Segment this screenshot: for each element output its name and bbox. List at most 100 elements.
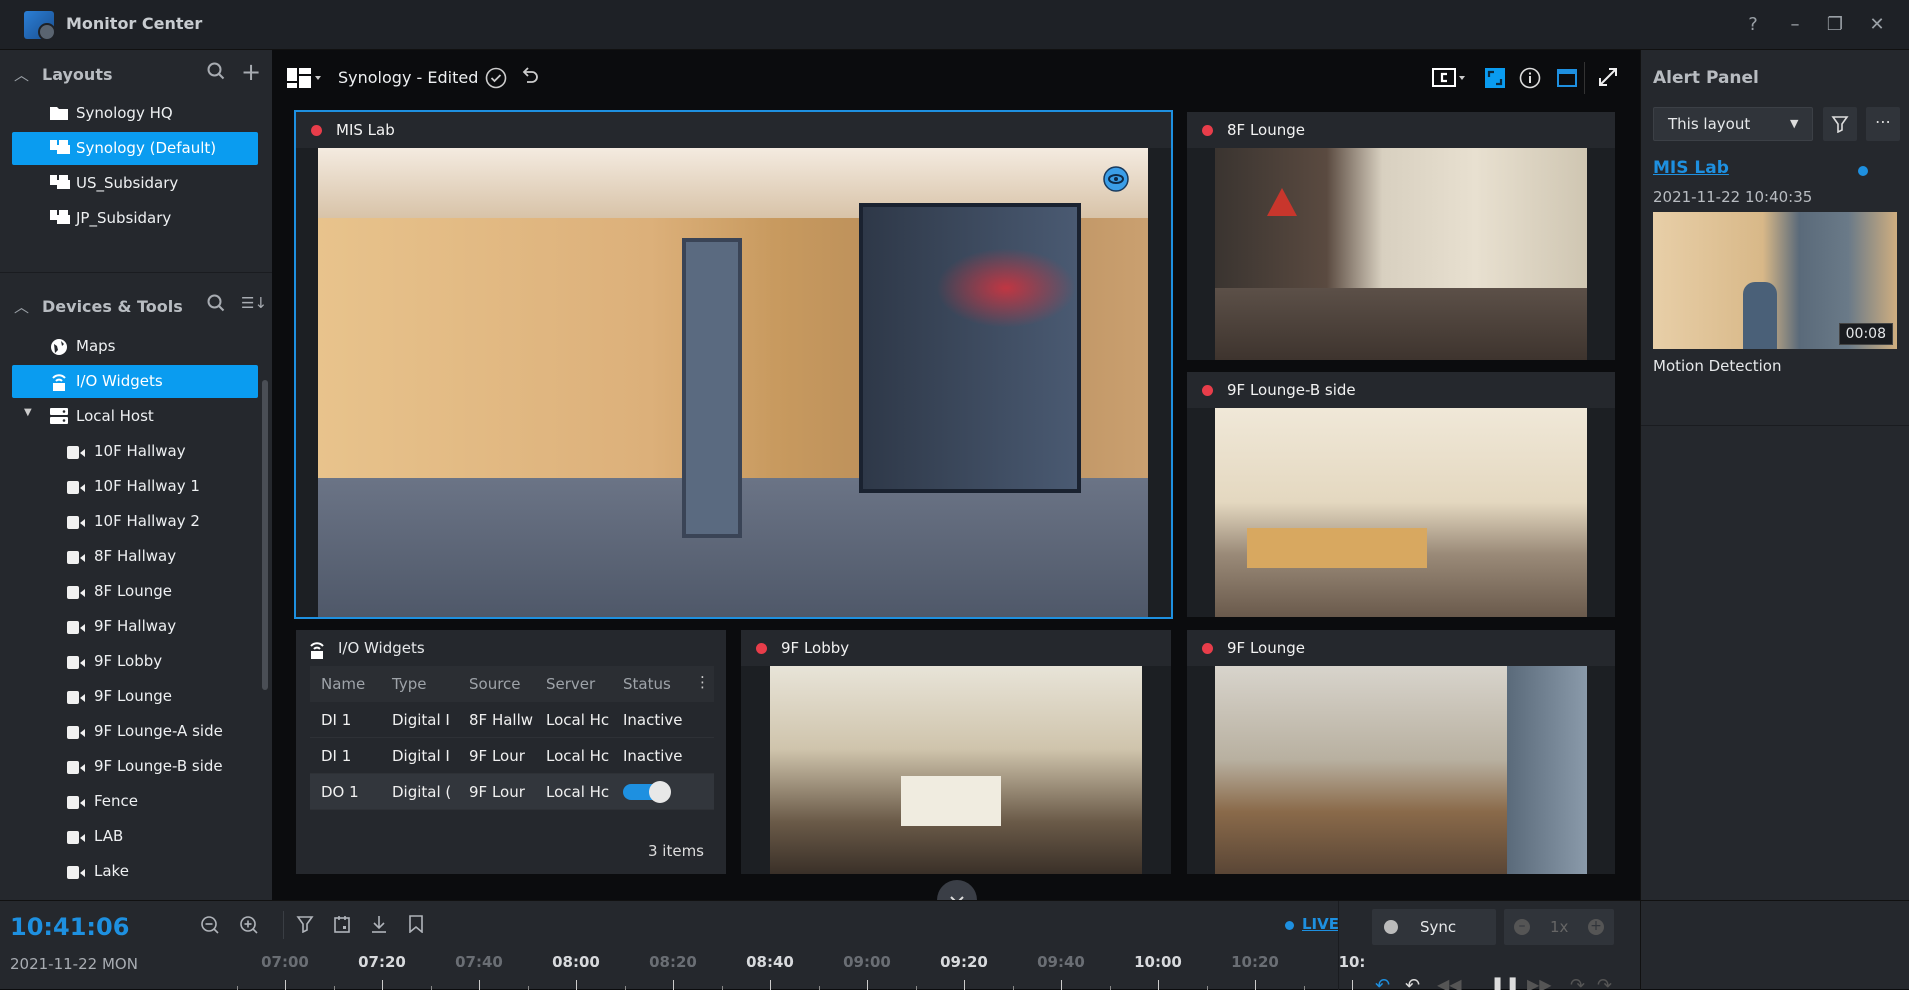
camera-item[interactable]: Lake [12, 855, 258, 888]
tile-header: 9F Lounge-B side [1187, 372, 1615, 408]
camera-item[interactable]: 9F Lounge [12, 680, 258, 713]
timeline-ruler[interactable]: 07:00 07:20 07:40 08:00 08:20 08:40 09:00 09:20… [236, 941, 1365, 990]
sync-button[interactable]: Sync [1372, 909, 1496, 945]
app-logo-icon [24, 11, 56, 41]
camera-item[interactable]: 8F Lounge [12, 575, 258, 608]
layout-item-synology-hq[interactable]: Synology HQ [12, 97, 258, 130]
camera-tile-9f-lobby[interactable]: 9F Lobby [741, 630, 1171, 874]
camera-item[interactable]: 9F Lounge-B side [12, 750, 258, 783]
camera-video-feed[interactable] [1187, 408, 1615, 617]
fisheye-icon[interactable] [1103, 166, 1129, 196]
camera-video-feed[interactable] [296, 148, 1171, 617]
camera-video-feed[interactable] [741, 666, 1171, 874]
skip-forward-icon[interactable]: ↷ [1597, 975, 1612, 990]
camera-video-feed[interactable] [1187, 148, 1615, 360]
layout-item-synology-default[interactable]: Synology (Default) [12, 132, 258, 165]
column-header-server[interactable]: Server [546, 675, 595, 693]
tick-minor [1206, 986, 1208, 990]
table-row[interactable]: DO 1 Digital (9F Lour Local Hc [310, 774, 714, 810]
speed-decrease-button[interactable]: – [1514, 919, 1530, 935]
table-row[interactable]: DI 1 Digital I 8F Hallw Local Hc Inactive [310, 702, 714, 738]
info-icon[interactable] [1519, 67, 1541, 93]
folder-icon [50, 105, 68, 121]
next-frame-icon[interactable]: ▶▶ [1527, 975, 1552, 990]
bookmark-icon[interactable] [404, 915, 428, 938]
alert-scope-select[interactable]: This layout ▼ [1653, 107, 1813, 141]
add-icon[interactable]: + [241, 58, 261, 86]
rewind-icon[interactable]: ↶ [1375, 975, 1390, 990]
download-icon[interactable] [367, 915, 391, 938]
camera-item[interactable]: 10F Hallway 1 [12, 470, 258, 503]
layout-item-jp-subsidary[interactable]: JP_Subsidary [12, 202, 258, 235]
camera-icon [67, 690, 85, 706]
sort-icon[interactable]: ☰↓ [241, 294, 267, 312]
column-header-source[interactable]: Source [469, 675, 521, 693]
camera-tile-9f-lounge-b-side[interactable]: 9F Lounge-B side [1187, 372, 1615, 617]
column-header-name[interactable]: Name [321, 675, 365, 693]
camera-item[interactable]: 9F Lobby [12, 645, 258, 678]
prev-frame-icon[interactable]: ◀◀ [1437, 975, 1462, 990]
speed-increase-button[interactable]: + [1588, 919, 1604, 935]
calendar-icon[interactable] [330, 915, 354, 938]
tile-camera-name: 9F Lobby [781, 639, 850, 657]
tick-label: 07:20 [358, 953, 406, 971]
layout-item-label: Synology (Default) [76, 139, 217, 157]
output-toggle-switch[interactable] [623, 781, 671, 803]
column-header-type[interactable]: Type [392, 675, 426, 693]
more-options-button[interactable]: ⋯ [1866, 107, 1900, 141]
host-item-local-host[interactable]: ▼ Local Host [12, 400, 258, 433]
chevron-up-icon[interactable]: ︿ [14, 296, 29, 317]
zoom-out-icon[interactable] [198, 915, 222, 940]
close-button[interactable]: ✕ [1864, 12, 1890, 38]
alert-filter-button[interactable] [1823, 107, 1857, 141]
filter-icon[interactable] [293, 915, 317, 938]
column-header-status[interactable]: Status [623, 675, 671, 693]
layout-item-us-subsidary[interactable]: US_Subsidary [12, 167, 258, 200]
minimize-button[interactable]: – [1782, 12, 1808, 38]
camera-icon [67, 480, 85, 496]
chevron-down-icon: ▼ [1790, 117, 1799, 130]
undo-seek-icon[interactable]: ↶ [1405, 975, 1420, 990]
undo-icon[interactable] [520, 67, 540, 91]
zoom-in-icon[interactable] [237, 915, 261, 940]
expand-caret-icon[interactable]: ▼ [24, 407, 32, 418]
tile-camera-name: MIS Lab [336, 121, 395, 139]
fullscreen-icon[interactable] [1598, 67, 1618, 91]
table-row[interactable]: DI 1 Digital I 9F Lour Local Hc Inactive [310, 738, 714, 774]
restore-button[interactable]: ❐ [1822, 12, 1848, 38]
layout-picker-button[interactable] [287, 68, 323, 92]
camera-tile-9f-lounge[interactable]: 9F Lounge [1187, 630, 1615, 874]
camera-item[interactable]: Fence [12, 785, 258, 818]
camera-item[interactable]: 10F Hallway 2 [12, 505, 258, 538]
devices-section-header[interactable]: ︿ Devices & Tools ☰↓ [0, 290, 272, 324]
column-options-icon[interactable]: ⋮ [695, 673, 710, 691]
help-button[interactable]: ? [1740, 12, 1766, 38]
camera-item[interactable]: 9F Hallway [12, 610, 258, 643]
camera-video-feed[interactable] [1187, 666, 1615, 874]
layout-icon [50, 175, 68, 191]
tile-header-toggle-icon[interactable] [1557, 68, 1577, 92]
forward-icon[interactable]: ↷ [1570, 975, 1585, 990]
camera-tile-mis-lab[interactable]: MIS Lab [294, 110, 1173, 619]
tool-item-maps[interactable]: Maps [12, 330, 258, 363]
layouts-section-header[interactable]: ︿ Layouts + [0, 58, 272, 92]
channel-dropdown-icon[interactable] [1432, 68, 1468, 92]
alert-thumbnail[interactable]: 00:08 [1653, 212, 1897, 349]
camera-item[interactable]: LAB [12, 820, 258, 853]
sidebar-scrollbar[interactable] [262, 380, 268, 690]
search-icon[interactable] [207, 62, 225, 85]
alert-camera-link[interactable]: MIS Lab [1653, 158, 1729, 178]
chevron-up-icon[interactable]: ︿ [14, 64, 29, 85]
sync-toggle-icon [1384, 920, 1398, 934]
fit-to-window-icon[interactable] [1485, 68, 1505, 92]
camera-tile-8f-lounge[interactable]: 8F Lounge [1187, 112, 1615, 360]
live-button[interactable]: LIVE [1302, 915, 1339, 933]
camera-item[interactable]: 10F Hallway [12, 435, 258, 468]
camera-item[interactable]: 8F Hallway [12, 540, 258, 573]
tool-item-io-widgets[interactable]: I/O Widgets [12, 365, 258, 398]
camera-item[interactable]: 9F Lounge-A side [12, 715, 258, 748]
save-layout-icon[interactable] [485, 67, 507, 93]
camera-icon [67, 655, 85, 671]
search-icon[interactable] [207, 294, 225, 317]
pause-icon[interactable]: ❚❚ [1490, 975, 1520, 990]
